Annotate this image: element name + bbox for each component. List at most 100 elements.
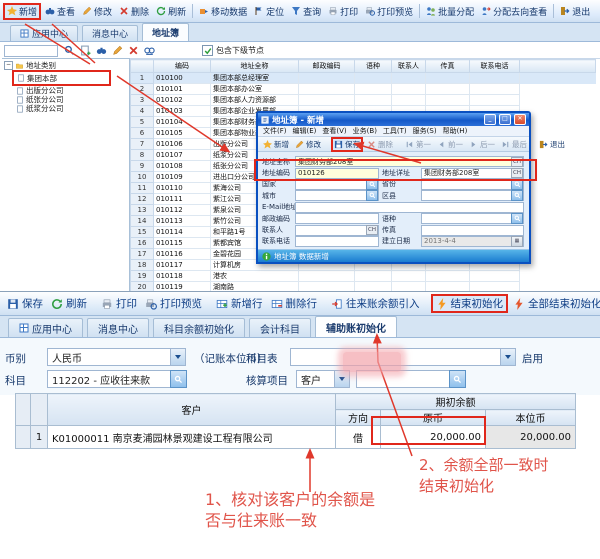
- menu-item[interactable]: 编辑(E): [293, 126, 317, 136]
- tree-search-input[interactable]: [4, 45, 58, 57]
- refresh-button[interactable]: 刷新: [48, 295, 90, 312]
- full-name-field[interactable]: 集团财务部208室 CH: [295, 156, 524, 167]
- save-button[interactable]: 保存: [4, 295, 46, 312]
- district-field[interactable]: [421, 190, 524, 201]
- view-button[interactable]: 查看: [42, 4, 78, 19]
- dialog-titlebar[interactable]: 地址簿 - 新增 _ □ ✕: [258, 113, 529, 126]
- menu-item[interactable]: 工具(T): [383, 126, 407, 136]
- dialog-new-button[interactable]: 新增: [261, 139, 291, 150]
- include-subnodes-checkbox[interactable]: 包含下级节点: [202, 45, 264, 56]
- edit-button[interactable]: 修改: [79, 4, 115, 19]
- chevron-down-icon[interactable]: [500, 349, 515, 365]
- tree-node[interactable]: 纸浆分公司: [16, 104, 129, 113]
- batch-assign-button[interactable]: 批量分配: [423, 4, 477, 19]
- chart-select[interactable]: [290, 348, 516, 366]
- lang-field[interactable]: [421, 213, 524, 224]
- tab-message-center[interactable]: 消息中心: [82, 25, 138, 41]
- col-zip[interactable]: 邮政编码: [299, 60, 355, 73]
- lookup-icon[interactable]: [511, 190, 523, 201]
- original-col[interactable]: 原币: [381, 410, 486, 426]
- lookup-icon[interactable]: [449, 370, 466, 388]
- import-balance-button[interactable]: 往来账余额引入: [328, 295, 423, 312]
- menu-item[interactable]: 文件(F): [263, 126, 287, 136]
- lookup-icon[interactable]: [366, 190, 378, 201]
- menu-item[interactable]: 帮助(H): [443, 126, 468, 136]
- dialog-prev-button[interactable]: 前一: [435, 139, 465, 150]
- tree-node[interactable]: 集团本部: [12, 70, 111, 86]
- detail-field[interactable]: 集团财务部208室 CH: [421, 168, 524, 179]
- dialog-last-button[interactable]: 最后: [499, 139, 529, 150]
- dialog-first-button[interactable]: 第一: [403, 139, 433, 150]
- search-icon[interactable]: [64, 45, 75, 56]
- locate-button[interactable]: 定位: [251, 4, 287, 19]
- currency-select[interactable]: 人民币: [47, 348, 186, 366]
- table-row[interactable]: 3 010102 集团本部人力资源部: [131, 95, 596, 106]
- table-row[interactable]: 1 010100 集团本部总经理室: [131, 73, 596, 84]
- col-code[interactable]: 编码: [154, 60, 211, 73]
- calendar-icon[interactable]: ▦: [511, 236, 523, 247]
- city-field[interactable]: [295, 190, 379, 201]
- menu-item[interactable]: 服务(S): [413, 126, 437, 136]
- collapse-icon[interactable]: −: [4, 61, 13, 70]
- query-button[interactable]: 查询: [288, 4, 324, 19]
- lookup-icon[interactable]: [511, 213, 523, 224]
- base-col[interactable]: 本位币: [486, 410, 576, 426]
- end-init-button[interactable]: 结束初始化: [431, 294, 509, 313]
- edit-pencil-icon[interactable]: [112, 45, 123, 56]
- print-button[interactable]: 打印: [98, 295, 140, 312]
- new-page-icon[interactable]: [80, 45, 91, 56]
- col-contact[interactable]: 联系人: [392, 60, 426, 73]
- tab-app-center[interactable]: 应用中心: [8, 318, 83, 337]
- dialog-exit-button[interactable]: 退出: [537, 139, 567, 150]
- col-phone[interactable]: 联系电话: [470, 60, 520, 73]
- tab-aux-init[interactable]: 辅助账初始化: [315, 316, 397, 337]
- lookup-icon[interactable]: [170, 370, 187, 388]
- delete-button[interactable]: 删除: [116, 4, 152, 19]
- country-field[interactable]: [295, 179, 379, 190]
- contact-field[interactable]: CH: [295, 225, 379, 236]
- tab-message-center[interactable]: 消息中心: [87, 318, 149, 337]
- tab-address-book[interactable]: 地址簿: [142, 23, 189, 41]
- find-next-icon[interactable]: [144, 45, 155, 56]
- new-button[interactable]: 新增: [3, 3, 41, 20]
- dialog-delete-button[interactable]: 删除: [365, 139, 395, 150]
- created-field[interactable]: 2013-4-4 ▦: [421, 236, 524, 247]
- end-all-init-button[interactable]: 全部结束初始化: [510, 295, 600, 312]
- dialog-next-button[interactable]: 后一: [467, 139, 497, 150]
- account-field[interactable]: 112202 - 应收往来款: [47, 370, 171, 388]
- move-data-button[interactable]: 移动数据: [196, 4, 250, 19]
- assign-view-button[interactable]: 分配去向查看: [478, 4, 550, 19]
- zip-field[interactable]: [295, 213, 379, 224]
- col-fax[interactable]: 传真: [426, 60, 470, 73]
- menu-item[interactable]: 业务(B): [353, 126, 377, 136]
- item-select[interactable]: 客户: [296, 370, 350, 388]
- email-field[interactable]: [295, 202, 524, 213]
- fax-field[interactable]: [421, 225, 524, 236]
- tab-accounts[interactable]: 会计科目: [249, 318, 311, 337]
- lookup-icon[interactable]: [511, 179, 523, 190]
- add-row-button[interactable]: 新增行: [213, 295, 266, 312]
- code-field[interactable]: 010126: [295, 168, 379, 179]
- chevron-down-icon[interactable]: [170, 349, 185, 365]
- customer-col[interactable]: 客户: [48, 394, 336, 426]
- tab-balance-init[interactable]: 科目余额初始化: [153, 318, 245, 337]
- col-lang[interactable]: 语种: [355, 60, 392, 73]
- find-icon[interactable]: [96, 45, 107, 56]
- balance-row[interactable]: 1 K01000011 南京麦浦园林景观建设工程有限公司 借 20,000.00…: [16, 426, 576, 449]
- delete-row-button[interactable]: 删除行: [268, 295, 321, 312]
- delete-x-icon[interactable]: [128, 45, 139, 56]
- dialog-edit-button[interactable]: 修改: [293, 139, 323, 150]
- phone-field[interactable]: [295, 236, 379, 247]
- print-button[interactable]: 打印: [325, 4, 361, 19]
- table-row[interactable]: 19 010118 港农: [131, 271, 596, 282]
- chevron-down-icon[interactable]: [334, 371, 349, 387]
- dialog-save-button[interactable]: 保存: [331, 137, 363, 152]
- province-field[interactable]: [421, 179, 524, 190]
- refresh-button[interactable]: 刷新: [153, 4, 189, 19]
- minimize-button[interactable]: _: [484, 114, 496, 125]
- print-preview-button[interactable]: 打印预览: [362, 4, 416, 19]
- table-row[interactable]: 2 010101 集团本部办公室: [131, 84, 596, 95]
- lookup-icon[interactable]: [366, 179, 378, 190]
- close-icon[interactable]: ✕: [514, 114, 526, 125]
- item-filter-field[interactable]: [356, 370, 450, 388]
